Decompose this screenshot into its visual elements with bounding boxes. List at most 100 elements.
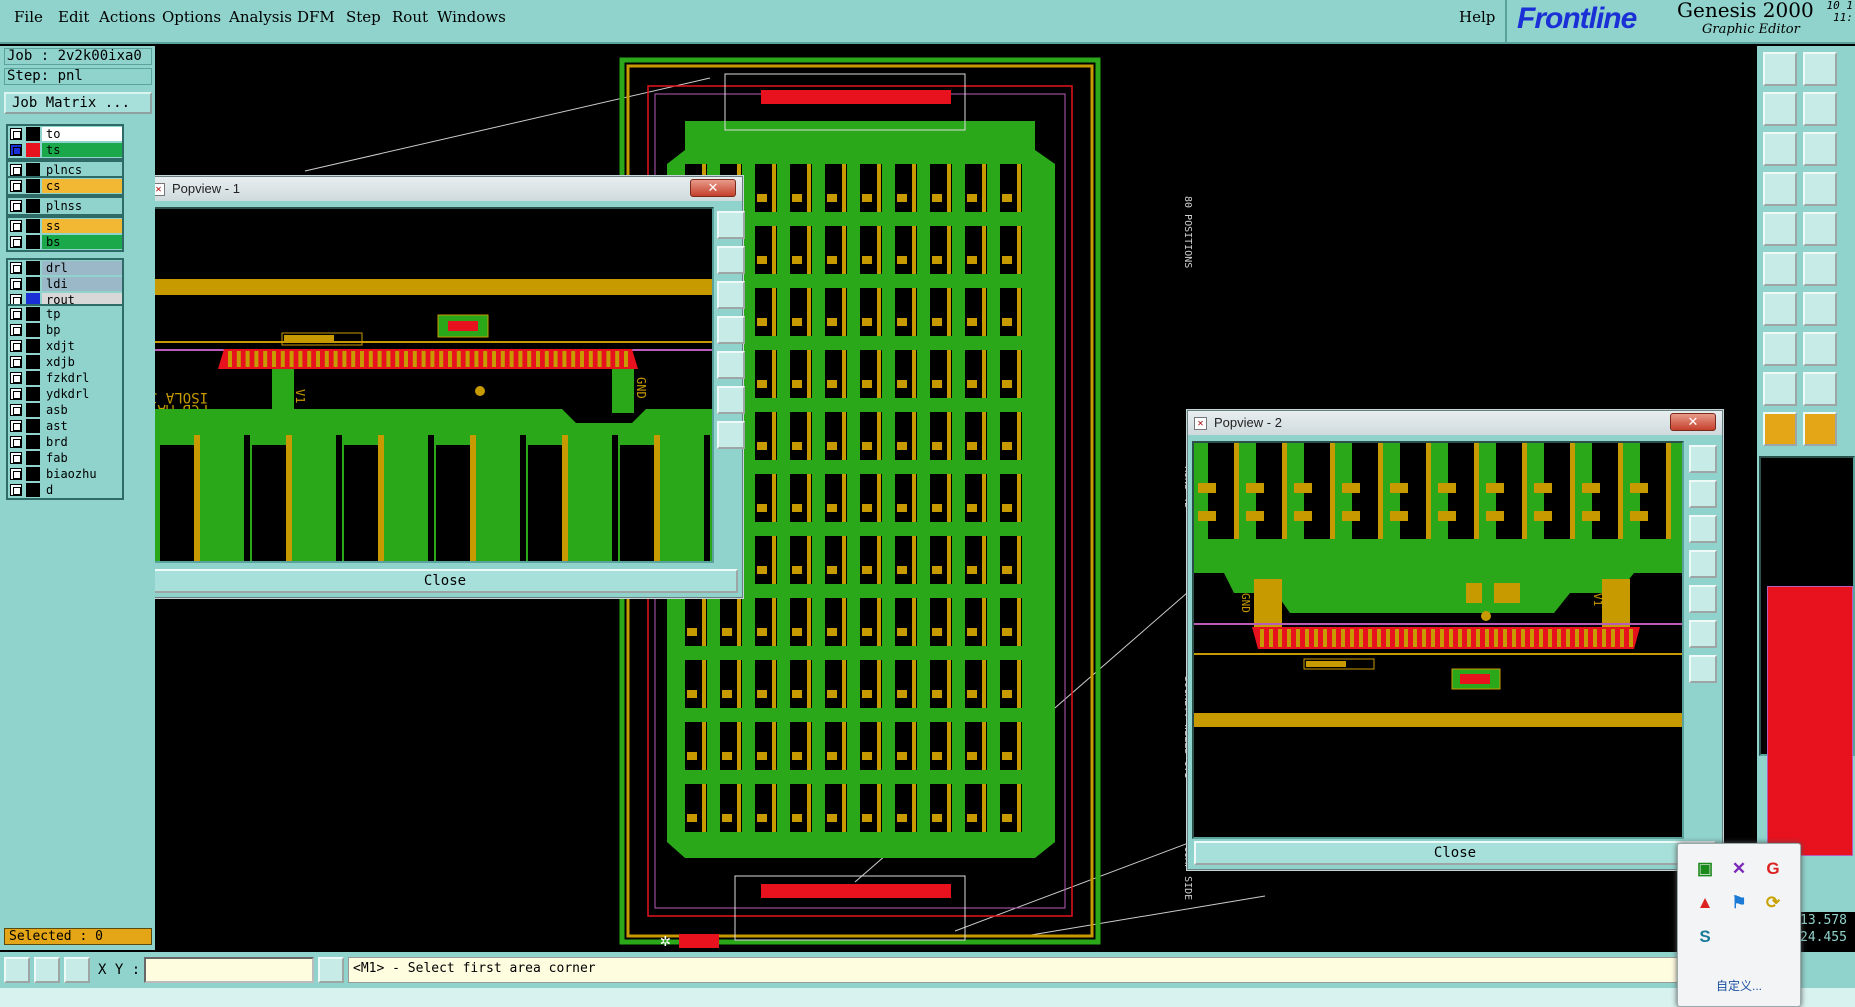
layer-color-swatch[interactable] <box>26 483 40 497</box>
measure-icon[interactable] <box>34 957 60 983</box>
zoom-home-icon[interactable] <box>1689 445 1717 473</box>
layer-name[interactable]: plnss <box>42 199 122 213</box>
layer-color-swatch[interactable] <box>26 179 40 193</box>
g-app-icon[interactable]: G <box>1762 858 1784 880</box>
layer-color-swatch[interactable] <box>26 323 40 337</box>
layer-row[interactable]: ast <box>8 418 122 434</box>
layer-name[interactable]: fab <box>42 451 122 465</box>
vector-icon[interactable] <box>1803 212 1837 246</box>
layer-checkbox[interactable] <box>10 324 22 336</box>
layer-color-swatch[interactable] <box>26 235 40 249</box>
zoom-in-icon[interactable] <box>1689 620 1717 648</box>
layer-color-swatch[interactable] <box>26 307 40 321</box>
layer-name[interactable]: fzkdrl <box>42 371 122 385</box>
layer-color-swatch[interactable] <box>26 371 40 385</box>
layer-checkbox[interactable] <box>10 340 22 352</box>
close-icon[interactable]: ✕ <box>1670 413 1716 431</box>
pan-right-icon[interactable] <box>717 351 745 379</box>
layer-row[interactable]: ss <box>8 218 122 234</box>
pan-right-icon[interactable] <box>1803 92 1837 126</box>
layer-row[interactable]: xdjb <box>8 354 122 370</box>
layer-checkbox[interactable] <box>10 436 22 448</box>
x-app-icon[interactable]: ✕ <box>1728 858 1750 880</box>
layer-name[interactable]: bp <box>42 323 122 337</box>
layer-row[interactable]: brd <box>8 434 122 450</box>
zoom-home-icon[interactable] <box>1763 52 1797 86</box>
snap-icon[interactable] <box>4 957 30 983</box>
layer-row[interactable]: plnss <box>8 198 122 214</box>
layer-row[interactable]: bp <box>8 322 122 338</box>
zoom-out-icon[interactable] <box>1689 655 1717 683</box>
popview-2-close-button[interactable]: Close <box>1194 841 1716 865</box>
flag-app-icon[interactable]: ⚑ <box>1728 892 1750 914</box>
layer-name[interactable]: to <box>42 127 122 141</box>
cross-icon[interactable] <box>1803 252 1837 286</box>
nvidia-icon[interactable]: ▣ <box>1694 858 1716 880</box>
dot-icon[interactable] <box>1763 332 1797 366</box>
layer-color-swatch[interactable] <box>26 467 40 481</box>
layer-row[interactable]: tp <box>8 306 122 322</box>
layer-name[interactable]: drl <box>42 261 122 275</box>
select-icon[interactable] <box>1803 412 1837 446</box>
layer-checkbox[interactable] <box>10 164 22 176</box>
layer-name[interactable]: d <box>42 483 122 497</box>
layer-name[interactable]: ss <box>42 219 122 233</box>
menu-step[interactable]: Step <box>346 8 381 26</box>
layer-row[interactable]: ts <box>8 142 122 158</box>
fit-icon[interactable] <box>1763 132 1797 166</box>
layer-color-swatch[interactable] <box>26 355 40 369</box>
xy-input[interactable] <box>144 957 314 983</box>
layer-checkbox[interactable] <box>10 468 22 480</box>
layer-color-swatch[interactable] <box>26 451 40 465</box>
layer-row[interactable]: fzkdrl <box>8 370 122 386</box>
layer-row[interactable]: d <box>8 482 122 498</box>
pad-icon[interactable] <box>1763 212 1797 246</box>
layer-checkbox[interactable] <box>10 452 22 464</box>
layer-color-swatch[interactable] <box>26 143 40 157</box>
layer-name[interactable]: bs <box>42 235 122 249</box>
arrow-icon[interactable] <box>1803 372 1837 406</box>
menu-windows[interactable]: Windows <box>437 8 506 26</box>
layer-checkbox[interactable] <box>10 372 22 384</box>
layer-checkbox[interactable] <box>10 356 22 368</box>
grid-icon[interactable] <box>64 957 90 983</box>
layer-name[interactable]: cs <box>42 179 122 193</box>
layer-checkbox[interactable] <box>10 262 22 274</box>
pan-left-icon[interactable] <box>1763 92 1797 126</box>
pan-up-icon[interactable] <box>1689 480 1717 508</box>
menu-file[interactable]: File <box>14 8 43 26</box>
layer-color-swatch[interactable] <box>26 339 40 353</box>
layer-checkbox[interactable] <box>10 220 22 232</box>
up-arrow-app-icon[interactable]: ▲ <box>1694 892 1716 914</box>
menu-analysis[interactable]: Analysis <box>229 8 292 26</box>
s-app-icon[interactable]: S <box>1694 926 1716 948</box>
layer-row[interactable]: ydkdrl <box>8 386 122 402</box>
center-icon[interactable] <box>1803 132 1837 166</box>
triangle-icon[interactable] <box>1763 372 1797 406</box>
line-icon[interactable] <box>1763 292 1797 326</box>
popview-1-close-button[interactable]: Close <box>155 569 738 593</box>
layer-checkbox[interactable] <box>10 180 22 192</box>
job-matrix-button[interactable]: Job Matrix ... <box>4 92 152 114</box>
layer-row[interactable]: xdjt <box>8 338 122 354</box>
layer-row[interactable]: ldi <box>8 276 122 292</box>
overview-panel[interactable] <box>1759 456 1855 856</box>
layer-name[interactable]: ast <box>42 419 122 433</box>
layer-row[interactable]: cs <box>8 178 122 194</box>
layer-row[interactable]: asb <box>8 402 122 418</box>
layer-row[interactable]: bs <box>8 234 122 250</box>
popview-2-canvas[interactable]: GND V1 <box>1192 441 1684 839</box>
layer-row[interactable]: biaozhu <box>8 466 122 482</box>
layer-checkbox[interactable] <box>10 200 22 212</box>
snap-icon[interactable] <box>1763 172 1797 206</box>
layer-checkbox[interactable] <box>10 278 22 290</box>
menu-options[interactable]: Options <box>162 8 221 26</box>
menu-dfm[interactable]: DFM <box>297 8 335 26</box>
layer-checkbox[interactable] <box>10 308 22 320</box>
menu-rout[interactable]: Rout <box>392 8 428 26</box>
layer-name[interactable]: plncs <box>42 163 122 177</box>
layer-name[interactable]: xdjb <box>42 355 122 369</box>
layer-color-swatch[interactable] <box>26 219 40 233</box>
layer-checkbox[interactable] <box>10 388 22 400</box>
layer-checkbox[interactable] <box>10 484 22 496</box>
